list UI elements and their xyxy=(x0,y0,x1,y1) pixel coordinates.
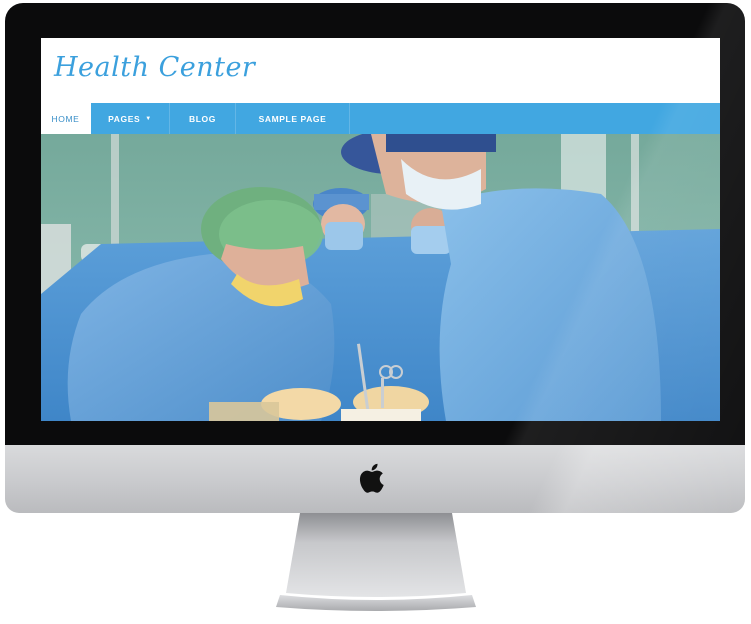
hero-image xyxy=(41,134,720,421)
nav-item-pages-label: PAGES xyxy=(108,113,141,124)
nav-item-blog[interactable]: BLOG xyxy=(170,103,236,134)
monitor-bezel: Health Center HOME PAGES ▼ BLOG SAMPLE P… xyxy=(5,3,745,445)
website-screen: Health Center HOME PAGES ▼ BLOG SAMPLE P… xyxy=(41,38,720,421)
nav-item-pages[interactable]: PAGES ▼ xyxy=(91,103,170,134)
site-title[interactable]: Health Center xyxy=(54,52,255,83)
monitor-stand xyxy=(276,513,476,611)
nav-item-sample-page[interactable]: SAMPLE PAGE xyxy=(236,103,350,134)
main-navigation: HOME PAGES ▼ BLOG SAMPLE PAGE xyxy=(41,103,720,134)
caret-down-icon: ▼ xyxy=(145,115,152,122)
nav-item-blog-label: BLOG xyxy=(189,113,216,124)
site-header: Health Center xyxy=(41,38,720,103)
monitor-mockup: Health Center HOME PAGES ▼ BLOG SAMPLE P… xyxy=(0,0,751,624)
nav-item-home-label: HOME xyxy=(51,113,80,124)
apple-logo-icon xyxy=(359,463,384,493)
nav-item-home[interactable]: HOME xyxy=(41,103,91,134)
surgery-photo xyxy=(41,134,720,421)
nav-item-sample-page-label: SAMPLE PAGE xyxy=(258,113,327,124)
